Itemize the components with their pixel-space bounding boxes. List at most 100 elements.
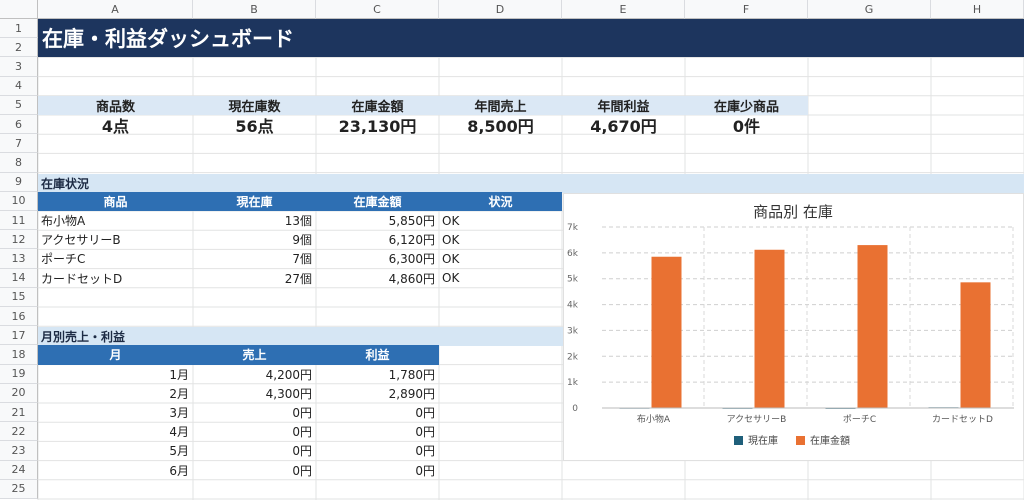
column-header-f[interactable]: F [685, 0, 808, 19]
monthly-month[interactable]: 1月 [38, 365, 193, 384]
inventory-col-header: 現在庫 [193, 191, 316, 211]
bar-value[interactable] [857, 245, 888, 408]
column-header-e[interactable]: E [562, 0, 685, 19]
row-header-6[interactable]: 6 [0, 115, 38, 135]
y-tick-label: 5k [567, 275, 579, 285]
inventory-product[interactable]: 布小物A [38, 211, 193, 230]
monthly-profit[interactable]: 2,890円 [316, 384, 439, 403]
inventory-stock[interactable]: 9個 [193, 230, 316, 249]
row-header-4[interactable]: 4 [0, 76, 38, 96]
row-header-7[interactable]: 7 [0, 134, 38, 154]
monthly-col-header: 売上 [193, 345, 316, 365]
chart-title: 商品別 在庫 [753, 203, 833, 221]
monthly-profit[interactable]: 0円 [316, 461, 439, 480]
y-tick-label: 4k [567, 301, 579, 311]
inventory-stock[interactable]: 7個 [193, 249, 316, 268]
row-header-5[interactable]: 5 [0, 95, 38, 115]
row-header-19[interactable]: 19 [0, 364, 38, 384]
row-header-25[interactable]: 25 [0, 479, 38, 499]
column-header-b[interactable]: B [193, 0, 316, 19]
monthly-sales[interactable]: 4,300円 [193, 384, 316, 403]
monthly-sales[interactable]: 0円 [193, 441, 316, 460]
legend-label-stock[interactable]: 現在庫 [748, 434, 778, 447]
row-header-24[interactable]: 24 [0, 460, 38, 480]
monthly-sales[interactable]: 0円 [193, 461, 316, 480]
y-tick-label: 6k [567, 249, 579, 259]
monthly-sales[interactable]: 4,200円 [193, 365, 316, 384]
column-header-a[interactable]: A [38, 0, 193, 19]
row-header-2[interactable]: 2 [0, 38, 38, 58]
monthly-profit[interactable]: 1,780円 [316, 365, 439, 384]
inventory-stock[interactable]: 27個 [193, 269, 316, 288]
column-header-d[interactable]: D [439, 0, 562, 19]
row-header-3[interactable]: 3 [0, 57, 38, 77]
monthly-month[interactable]: 3月 [38, 403, 193, 422]
inventory-col-header: 在庫金額 [316, 191, 439, 211]
legend-swatch-stock [734, 436, 743, 445]
row-header-14[interactable]: 14 [0, 268, 38, 288]
inventory-status[interactable]: OK [439, 211, 562, 230]
x-tick-label: ポーチC [843, 414, 876, 425]
monthly-col-header: 利益 [316, 345, 439, 365]
row-header-10[interactable]: 10 [0, 191, 38, 211]
legend-label-value[interactable]: 在庫金額 [810, 434, 850, 447]
kpi-label: 商品数 [38, 95, 193, 115]
row-header-16[interactable]: 16 [0, 307, 38, 327]
inventory-value[interactable]: 4,860円 [316, 269, 439, 288]
inventory-col-header: 商品 [38, 191, 193, 211]
monthly-month[interactable]: 4月 [38, 422, 193, 441]
inventory-chart-svg: 商品別 在庫 0 1k 2k 3k 4k 5k 6k 7k 布小物A アクセサリーB ポーチC カードセ… [567, 203, 1014, 447]
kpi-label: 在庫金額 [316, 95, 439, 115]
row-header-23[interactable]: 23 [0, 441, 38, 461]
inventory-value[interactable]: 6,300円 [316, 249, 439, 268]
row-header-8[interactable]: 8 [0, 153, 38, 173]
x-tick-label: アクセサリーB [727, 414, 787, 425]
monthly-profit[interactable]: 0円 [316, 441, 439, 460]
inventory-status[interactable]: OK [439, 269, 562, 288]
inventory-product[interactable]: アクセサリーB [38, 230, 193, 249]
column-header-c[interactable]: C [316, 0, 439, 19]
monthly-month[interactable]: 5月 [38, 441, 193, 460]
kpi-label: 年間売上 [439, 95, 562, 115]
y-tick-label: 2k [567, 352, 579, 362]
row-header-9[interactable]: 9 [0, 172, 38, 192]
row-header-12[interactable]: 12 [0, 230, 38, 250]
inventory-status[interactable]: OK [439, 249, 562, 268]
row-header-1[interactable]: 1 [0, 19, 38, 39]
column-header-g[interactable]: G [808, 0, 931, 19]
legend-swatch-value [796, 436, 805, 445]
inventory-product[interactable]: カードセットD [38, 269, 193, 288]
row-header-13[interactable]: 13 [0, 249, 38, 269]
inventory-product[interactable]: ポーチC [38, 249, 193, 268]
monthly-sales[interactable]: 0円 [193, 422, 316, 441]
row-header-15[interactable]: 15 [0, 287, 38, 307]
inventory-col-header: 状況 [439, 191, 562, 211]
inventory-chart[interactable]: 商品別 在庫 0 1k 2k 3k 4k 5k 6k 7k 布小物A アクセサリーB ポーチC カードセ… [563, 193, 1024, 461]
select-all-corner[interactable] [0, 0, 38, 19]
bar-value[interactable] [960, 282, 991, 408]
column-header-h[interactable]: H [931, 0, 1024, 19]
y-tick-label: 1k [567, 378, 579, 388]
row-header-11[interactable]: 11 [0, 211, 38, 231]
inventory-stock[interactable]: 13個 [193, 211, 316, 230]
row-header-17[interactable]: 17 [0, 326, 38, 346]
bar-value[interactable] [651, 256, 682, 408]
row-header-21[interactable]: 21 [0, 403, 38, 423]
monthly-month[interactable]: 2月 [38, 384, 193, 403]
monthly-profit[interactable]: 0円 [316, 422, 439, 441]
monthly-sales[interactable]: 0円 [193, 403, 316, 422]
row-header-20[interactable]: 20 [0, 383, 38, 403]
x-tick-label: 布小物A [637, 413, 671, 425]
y-tick-label: 3k [567, 326, 579, 336]
inventory-value[interactable]: 5,850円 [316, 211, 439, 230]
monthly-profit[interactable]: 0円 [316, 403, 439, 422]
bar-value[interactable] [754, 249, 785, 408]
inventory-status[interactable]: OK [439, 230, 562, 249]
dashboard-title: 在庫・利益ダッシュボード [38, 19, 1024, 57]
row-header-18[interactable]: 18 [0, 345, 38, 365]
inventory-value[interactable]: 6,120円 [316, 230, 439, 249]
kpi-value: 4点 [101, 116, 130, 135]
row-header-22[interactable]: 22 [0, 422, 38, 442]
monthly-month[interactable]: 6月 [38, 461, 193, 480]
kpi-value: 56点 [235, 116, 274, 135]
